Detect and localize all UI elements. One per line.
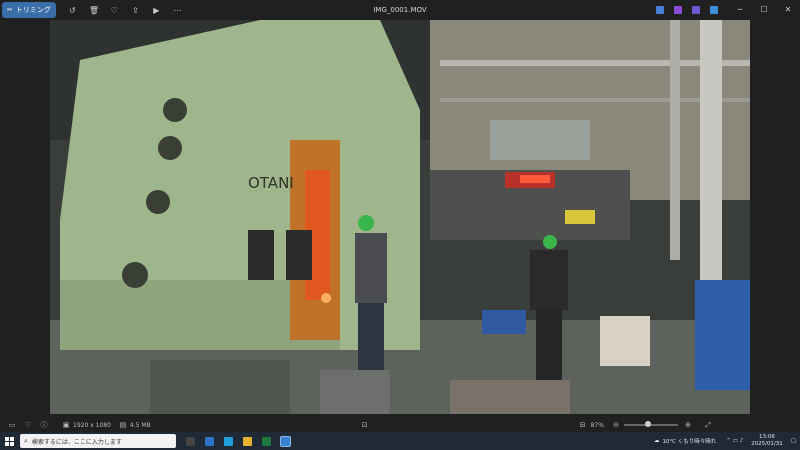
viewer-area: OTANI [0, 20, 800, 418]
zoom-slider-thumb[interactable] [645, 421, 652, 427]
tray-icons[interactable]: ⌃ ▭ ♪ [726, 438, 743, 444]
delete-icon[interactable]: 🗑 [89, 6, 99, 15]
status-bar: ▭ ♡ ⓘ ▣ 1920 x 1080 ▤ 4.5 MB ⊡ ⊟ 87% ⊖ ⊕… [0, 418, 800, 432]
factory-scene: OTANI [50, 20, 750, 414]
zoom-out-icon[interactable]: ⊖ [612, 421, 620, 429]
close-button[interactable]: ✕ [776, 0, 800, 20]
photos-icon[interactable] [280, 435, 291, 447]
clock-time: 13:06 [759, 434, 775, 440]
trim-label: トリミング [15, 6, 51, 14]
outlook-icon[interactable] [205, 436, 214, 446]
notification-icon[interactable]: ▢ [791, 438, 796, 444]
machine-brand: OTANI [248, 174, 294, 192]
expand-icon[interactable]: ⤢ [704, 421, 712, 430]
file-icon: ▤ [119, 421, 127, 429]
taskbar-search[interactable]: ⌕ 検索するには、ここに入力します [20, 434, 176, 448]
more-options-icon[interactable]: ⋯ [173, 6, 182, 15]
image-info-icon: ▣ [62, 421, 70, 429]
fullscreen-toggle-icon[interactable]: ⊟ [579, 421, 587, 429]
zoom-in-icon[interactable]: ⊕ [684, 421, 692, 429]
rotate-icon[interactable]: ↺ [68, 6, 77, 15]
zoom-percent[interactable]: 87% [591, 422, 604, 429]
app-icon-2[interactable] [674, 6, 682, 14]
heart-icon[interactable]: ♡ [24, 421, 32, 429]
search-placeholder: 検索するには、ここに入力します [31, 438, 122, 446]
explorer-icon[interactable] [243, 436, 252, 446]
titlebar-right: ─ ☐ ✕ [656, 0, 800, 20]
trim-button[interactable]: ✂ トリミング [2, 2, 56, 18]
info-icon[interactable]: ⓘ [40, 420, 48, 430]
weather-icon: ☁ [653, 438, 660, 444]
film-strip-icon[interactable]: ▭ [8, 421, 16, 429]
favorite-icon[interactable]: ♡ [110, 6, 119, 15]
maximize-button[interactable]: ☐ [752, 0, 776, 20]
app-icon-1[interactable] [656, 6, 664, 14]
start-icon[interactable] [5, 436, 14, 446]
clock-date: 2025/01/31 [751, 441, 783, 447]
edge-icon[interactable] [224, 436, 233, 446]
resolution-label: 1920 x 1080 [73, 421, 111, 429]
app-icon-3[interactable] [692, 6, 700, 14]
clock[interactable]: 13:06 2025/01/31 [751, 434, 783, 448]
slideshow-icon[interactable]: ▶ [152, 6, 161, 15]
app-icon-4[interactable] [710, 6, 718, 14]
trim-icon: ✂ [7, 6, 13, 14]
share-icon[interactable]: ⇪ [131, 6, 140, 15]
filesize-label: 4.5 MB [129, 421, 151, 429]
fit-screen-icon[interactable]: ⊡ [361, 421, 369, 429]
zoom-slider[interactable] [624, 421, 678, 427]
task-view-icon[interactable] [186, 436, 195, 446]
video-frame[interactable]: OTANI [50, 20, 750, 414]
minimize-button[interactable]: ─ [728, 0, 752, 20]
search-icon: ⌕ [24, 436, 28, 445]
taskbar: ⌕ 検索するには、ここに入力します ☁ 10°C くもり時々晴れ ⌃ ▭ ♪ 1… [0, 432, 800, 450]
weather-text[interactable]: 10°C くもり時々晴れ [662, 437, 716, 445]
excel-icon[interactable] [262, 436, 271, 446]
system-tray: ☁ 10°C くもり時々晴れ ⌃ ▭ ♪ 13:06 2025/01/31 ▢ [654, 432, 796, 450]
